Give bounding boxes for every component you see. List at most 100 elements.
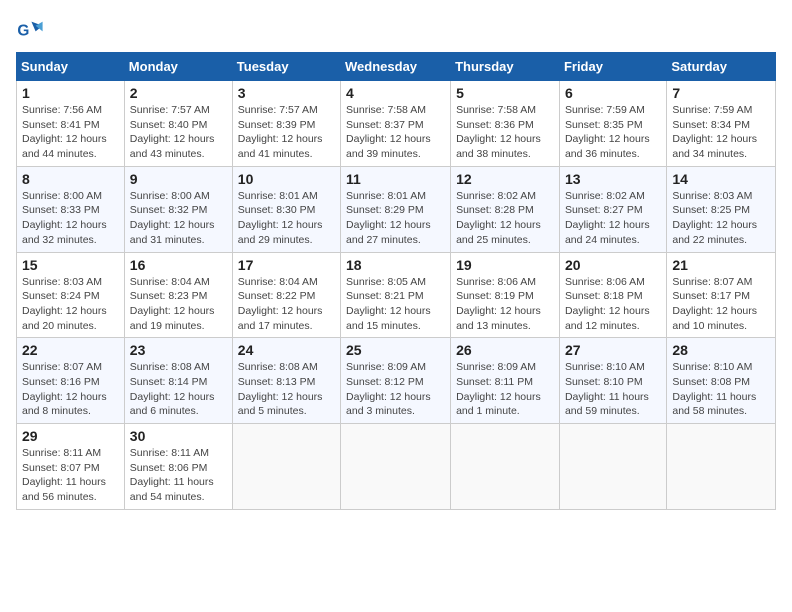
day-cell: 12 Sunrise: 8:02 AM Sunset: 8:28 PM Dayli… <box>451 166 560 252</box>
week-row-4: 22Sunrise: 8:07 AM Sunset: 8:16 PM Dayli… <box>17 338 776 424</box>
week-row-5: 29 Sunrise: 8:11 AM Sunset: 8:07 PM Dayli… <box>17 424 776 510</box>
day-info: Sunrise: 8:02 AM Sunset: 8:28 PM Dayligh… <box>456 189 554 248</box>
day-info: Sunrise: 8:06 AM Sunset: 8:18 PM Dayligh… <box>565 275 661 334</box>
day-cell: 28 Sunrise: 8:10 AM Sunset: 8:08 PM Dayli… <box>667 338 776 424</box>
day-info: Sunrise: 8:03 AM Sunset: 8:25 PM Dayligh… <box>672 189 770 248</box>
day-info: Sunrise: 7:58 AM Sunset: 8:37 PM Dayligh… <box>346 103 445 162</box>
day-number: 2 <box>130 85 227 101</box>
day-info: Sunrise: 8:06 AM Sunset: 8:19 PM Dayligh… <box>456 275 554 334</box>
day-number: 9 <box>130 171 227 187</box>
day-info: Sunrise: 8:00 AM Sunset: 8:33 PM Dayligh… <box>22 189 119 248</box>
day-number: 3 <box>238 85 335 101</box>
day-cell: 24Sunrise: 8:08 AM Sunset: 8:13 PM Dayli… <box>232 338 340 424</box>
day-cell: 25Sunrise: 8:09 AM Sunset: 8:12 PM Dayli… <box>341 338 451 424</box>
week-row-1: 1Sunrise: 7:56 AM Sunset: 8:41 PM Daylig… <box>17 81 776 167</box>
day-cell: 21 Sunrise: 8:07 AM Sunset: 8:17 PM Dayli… <box>667 252 776 338</box>
day-number: 6 <box>565 85 661 101</box>
day-number: 4 <box>346 85 445 101</box>
header-friday: Friday <box>559 53 666 81</box>
day-cell: 2 Sunrise: 7:57 AM Sunset: 8:40 PM Daylig… <box>124 81 232 167</box>
day-cell <box>559 424 666 510</box>
day-number: 15 <box>22 257 119 273</box>
day-number: 14 <box>672 171 770 187</box>
day-cell: 29 Sunrise: 8:11 AM Sunset: 8:07 PM Dayli… <box>17 424 125 510</box>
day-cell: 14 Sunrise: 8:03 AM Sunset: 8:25 PM Dayli… <box>667 166 776 252</box>
week-row-2: 8 Sunrise: 8:00 AM Sunset: 8:33 PM Daylig… <box>17 166 776 252</box>
calendar-body: 1Sunrise: 7:56 AM Sunset: 8:41 PM Daylig… <box>17 81 776 510</box>
page-header: G <box>16 16 776 44</box>
day-number: 10 <box>238 171 335 187</box>
day-number: 1 <box>22 85 119 101</box>
day-cell: 27 Sunrise: 8:10 AM Sunset: 8:10 PM Dayli… <box>559 338 666 424</box>
day-cell <box>667 424 776 510</box>
day-cell: 4 Sunrise: 7:58 AM Sunset: 8:37 PM Daylig… <box>341 81 451 167</box>
day-cell: 30 Sunrise: 8:11 AM Sunset: 8:06 PM Dayli… <box>124 424 232 510</box>
day-cell: 1Sunrise: 7:56 AM Sunset: 8:41 PM Daylig… <box>17 81 125 167</box>
day-number: 11 <box>346 171 445 187</box>
day-cell: 5Sunrise: 7:58 AM Sunset: 8:36 PM Daylig… <box>451 81 560 167</box>
day-cell: 6 Sunrise: 7:59 AM Sunset: 8:35 PM Daylig… <box>559 81 666 167</box>
day-info: Sunrise: 8:11 AM Sunset: 8:06 PM Dayligh… <box>130 446 227 505</box>
day-cell: 13Sunrise: 8:02 AM Sunset: 8:27 PM Dayli… <box>559 166 666 252</box>
day-info: Sunrise: 8:10 AM Sunset: 8:08 PM Dayligh… <box>672 360 770 419</box>
logo-icon: G <box>16 16 44 44</box>
day-cell: 16 Sunrise: 8:04 AM Sunset: 8:23 PM Dayli… <box>124 252 232 338</box>
day-cell: 26 Sunrise: 8:09 AM Sunset: 8:11 PM Dayli… <box>451 338 560 424</box>
day-cell <box>451 424 560 510</box>
day-info: Sunrise: 7:59 AM Sunset: 8:34 PM Dayligh… <box>672 103 770 162</box>
day-info: Sunrise: 7:59 AM Sunset: 8:35 PM Dayligh… <box>565 103 661 162</box>
day-cell: 19 Sunrise: 8:06 AM Sunset: 8:19 PM Dayli… <box>451 252 560 338</box>
day-number: 17 <box>238 257 335 273</box>
day-number: 30 <box>130 428 227 444</box>
day-number: 24 <box>238 342 335 358</box>
day-cell: 20 Sunrise: 8:06 AM Sunset: 8:18 PM Dayli… <box>559 252 666 338</box>
day-number: 27 <box>565 342 661 358</box>
header-thursday: Thursday <box>451 53 560 81</box>
day-info: Sunrise: 8:03 AM Sunset: 8:24 PM Dayligh… <box>22 275 119 334</box>
day-number: 22 <box>22 342 119 358</box>
day-number: 21 <box>672 257 770 273</box>
day-info: Sunrise: 8:00 AM Sunset: 8:32 PM Dayligh… <box>130 189 227 248</box>
day-cell: 10 Sunrise: 8:01 AM Sunset: 8:30 PM Dayli… <box>232 166 340 252</box>
day-info: Sunrise: 7:58 AM Sunset: 8:36 PM Dayligh… <box>456 103 554 162</box>
day-info: Sunrise: 8:09 AM Sunset: 8:12 PM Dayligh… <box>346 360 445 419</box>
day-number: 12 <box>456 171 554 187</box>
day-info: Sunrise: 8:01 AM Sunset: 8:30 PM Dayligh… <box>238 189 335 248</box>
header-monday: Monday <box>124 53 232 81</box>
day-number: 28 <box>672 342 770 358</box>
day-info: Sunrise: 8:09 AM Sunset: 8:11 PM Dayligh… <box>456 360 554 419</box>
day-number: 20 <box>565 257 661 273</box>
day-number: 26 <box>456 342 554 358</box>
day-info: Sunrise: 8:11 AM Sunset: 8:07 PM Dayligh… <box>22 446 119 505</box>
header-saturday: Saturday <box>667 53 776 81</box>
day-cell: 17 Sunrise: 8:04 AM Sunset: 8:22 PM Dayli… <box>232 252 340 338</box>
day-info: Sunrise: 8:04 AM Sunset: 8:22 PM Dayligh… <box>238 275 335 334</box>
day-number: 19 <box>456 257 554 273</box>
day-number: 16 <box>130 257 227 273</box>
header-tuesday: Tuesday <box>232 53 340 81</box>
day-info: Sunrise: 7:57 AM Sunset: 8:39 PM Dayligh… <box>238 103 335 162</box>
day-info: Sunrise: 7:57 AM Sunset: 8:40 PM Dayligh… <box>130 103 227 162</box>
day-number: 8 <box>22 171 119 187</box>
day-cell: 9 Sunrise: 8:00 AM Sunset: 8:32 PM Daylig… <box>124 166 232 252</box>
day-cell: 18 Sunrise: 8:05 AM Sunset: 8:21 PM Dayli… <box>341 252 451 338</box>
day-info: Sunrise: 8:10 AM Sunset: 8:10 PM Dayligh… <box>565 360 661 419</box>
day-info: Sunrise: 8:05 AM Sunset: 8:21 PM Dayligh… <box>346 275 445 334</box>
day-info: Sunrise: 8:07 AM Sunset: 8:17 PM Dayligh… <box>672 275 770 334</box>
day-cell <box>341 424 451 510</box>
logo: G <box>16 16 48 44</box>
day-info: Sunrise: 8:08 AM Sunset: 8:14 PM Dayligh… <box>130 360 227 419</box>
day-cell: 11 Sunrise: 8:01 AM Sunset: 8:29 PM Dayli… <box>341 166 451 252</box>
day-cell: 15 Sunrise: 8:03 AM Sunset: 8:24 PM Dayli… <box>17 252 125 338</box>
day-number: 7 <box>672 85 770 101</box>
day-number: 29 <box>22 428 119 444</box>
day-cell: 23 Sunrise: 8:08 AM Sunset: 8:14 PM Dayli… <box>124 338 232 424</box>
day-number: 23 <box>130 342 227 358</box>
day-info: Sunrise: 8:01 AM Sunset: 8:29 PM Dayligh… <box>346 189 445 248</box>
calendar-header-row: SundayMondayTuesdayWednesdayThursdayFrid… <box>17 53 776 81</box>
week-row-3: 15 Sunrise: 8:03 AM Sunset: 8:24 PM Dayli… <box>17 252 776 338</box>
day-info: Sunrise: 8:04 AM Sunset: 8:23 PM Dayligh… <box>130 275 227 334</box>
header-sunday: Sunday <box>17 53 125 81</box>
svg-text:G: G <box>17 23 29 40</box>
day-number: 18 <box>346 257 445 273</box>
